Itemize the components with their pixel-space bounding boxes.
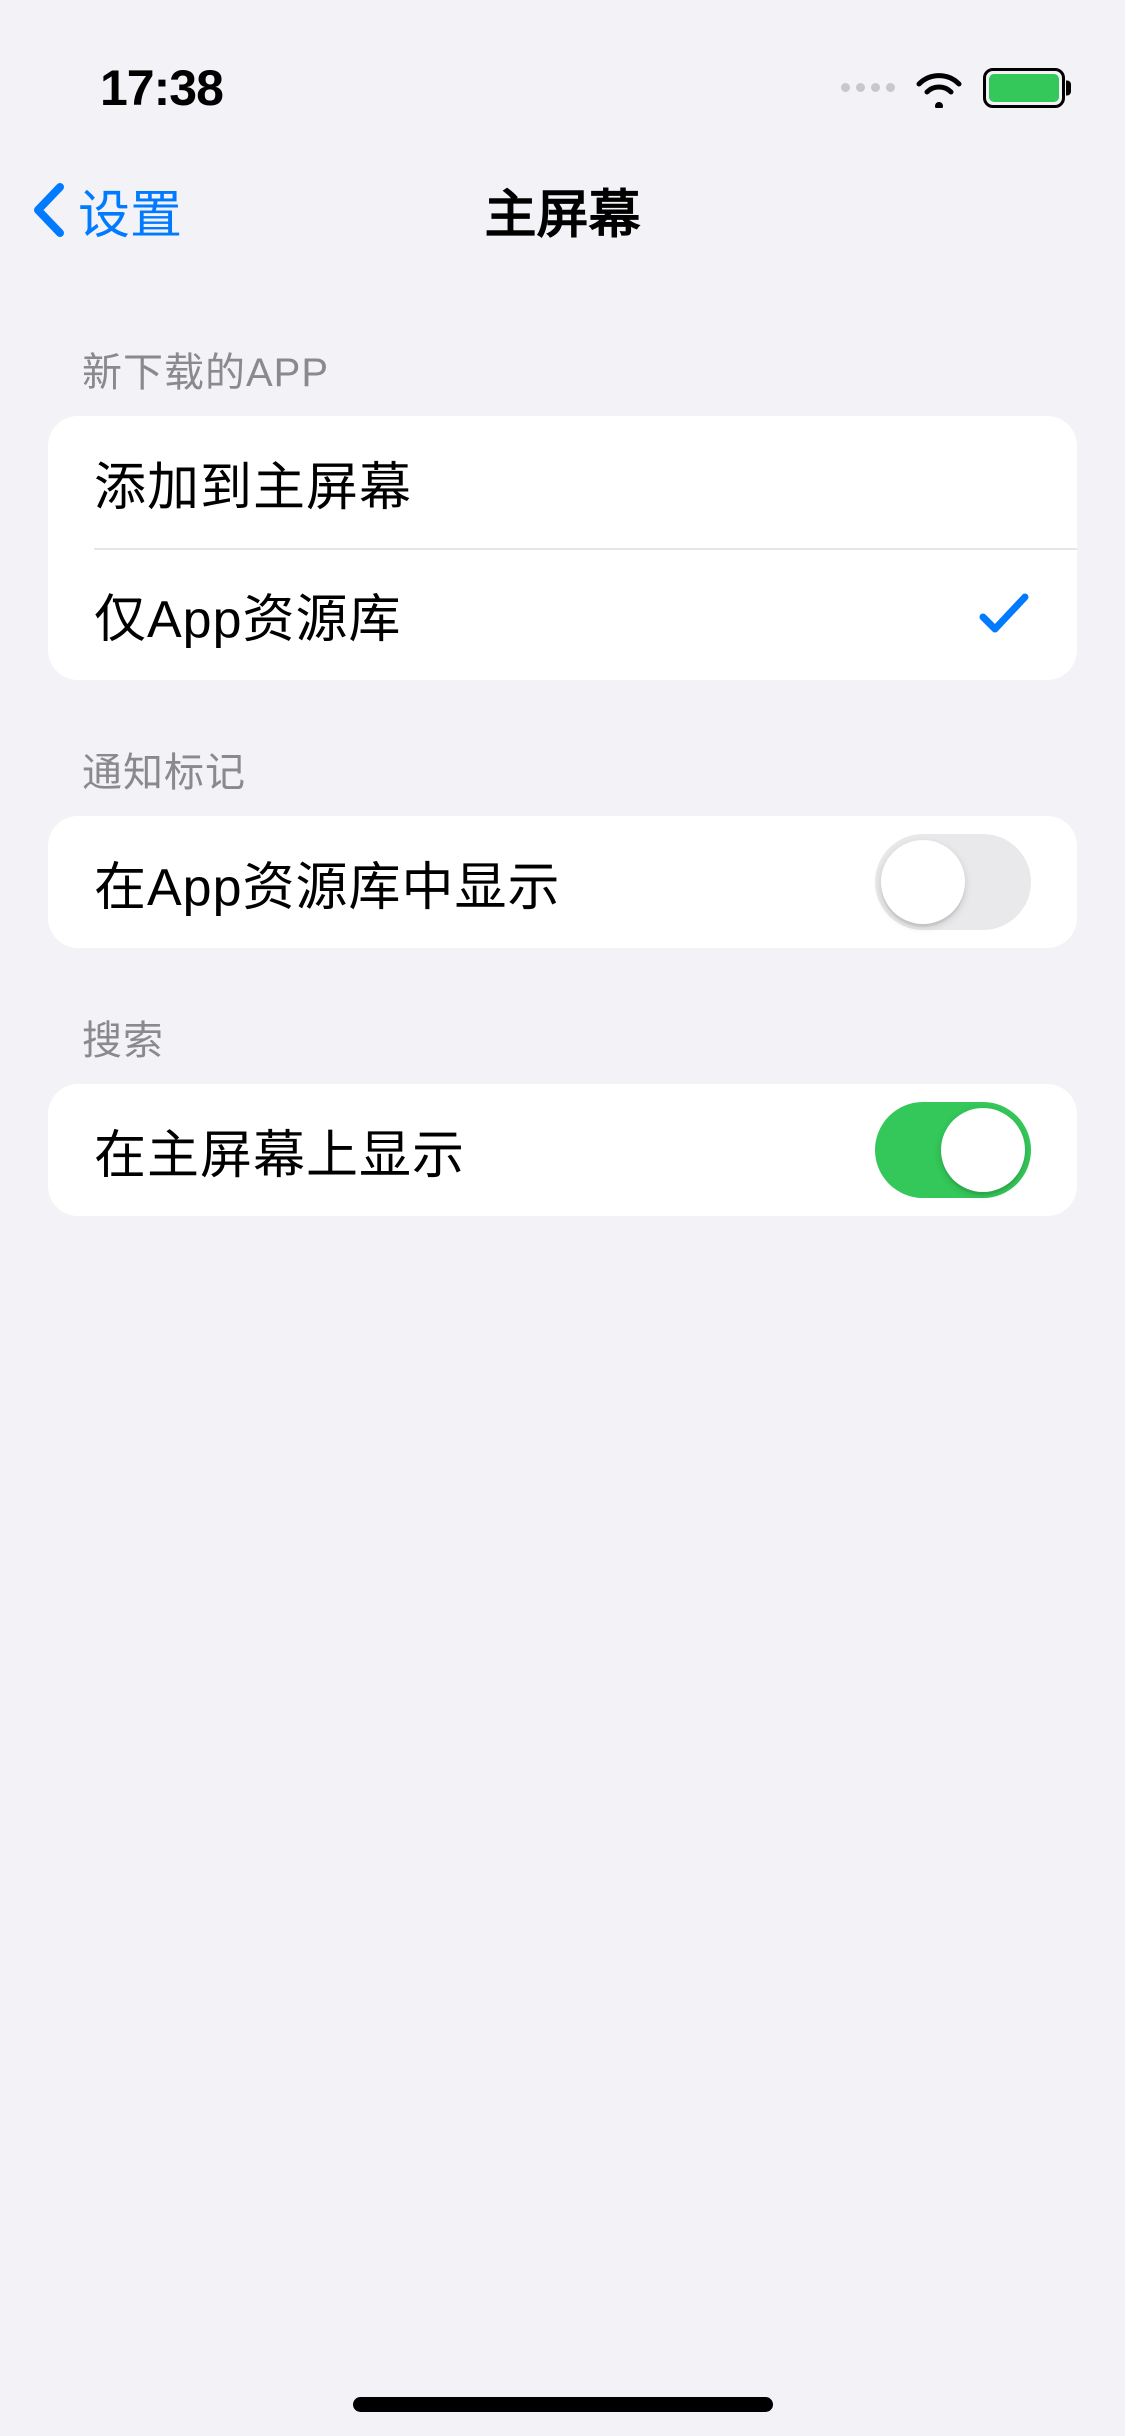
toggle-knob (881, 840, 965, 924)
content: 新下载的APP 添加到主屏幕 仅App资源库 通知标记 在App资源库中显示 搜… (0, 280, 1125, 1216)
navigation-bar: 设置 主屏幕 (0, 140, 1125, 280)
row-label: 在App资源库中显示 (94, 845, 561, 920)
row-show-on-home: 在主屏幕上显示 (48, 1084, 1077, 1216)
home-indicator[interactable] (353, 2397, 773, 2412)
section-header-search: 搜索 (48, 948, 1077, 1084)
row-show-in-app-library: 在App资源库中显示 (48, 816, 1077, 948)
back-label: 设置 (78, 173, 182, 248)
option-add-to-home[interactable]: 添加到主屏幕 (48, 416, 1077, 548)
status-indicators (841, 68, 1065, 108)
wifi-icon (913, 68, 965, 108)
battery-icon (983, 68, 1065, 108)
toggle-knob (941, 1108, 1025, 1192)
chevron-left-icon (30, 181, 68, 239)
page-title: 主屏幕 (484, 173, 640, 248)
status-time: 17:38 (100, 59, 223, 117)
row-label: 在主屏幕上显示 (94, 1113, 465, 1188)
checkmark-icon (977, 589, 1031, 639)
group-search: 在主屏幕上显示 (48, 1084, 1077, 1216)
section-header-new-apps: 新下载的APP (48, 280, 1077, 416)
status-bar: 17:38 (0, 0, 1125, 140)
option-app-library-only[interactable]: 仅App资源库 (48, 548, 1077, 680)
toggle-show-in-app-library[interactable] (875, 834, 1031, 930)
option-label: 添加到主屏幕 (94, 445, 412, 520)
section-header-badges: 通知标记 (48, 680, 1077, 816)
back-button[interactable]: 设置 (0, 173, 182, 248)
group-new-apps: 添加到主屏幕 仅App资源库 (48, 416, 1077, 680)
toggle-show-on-home[interactable] (875, 1102, 1031, 1198)
option-label: 仅App资源库 (94, 577, 402, 652)
cellular-signal-icon (841, 83, 895, 92)
group-badges: 在App资源库中显示 (48, 816, 1077, 948)
